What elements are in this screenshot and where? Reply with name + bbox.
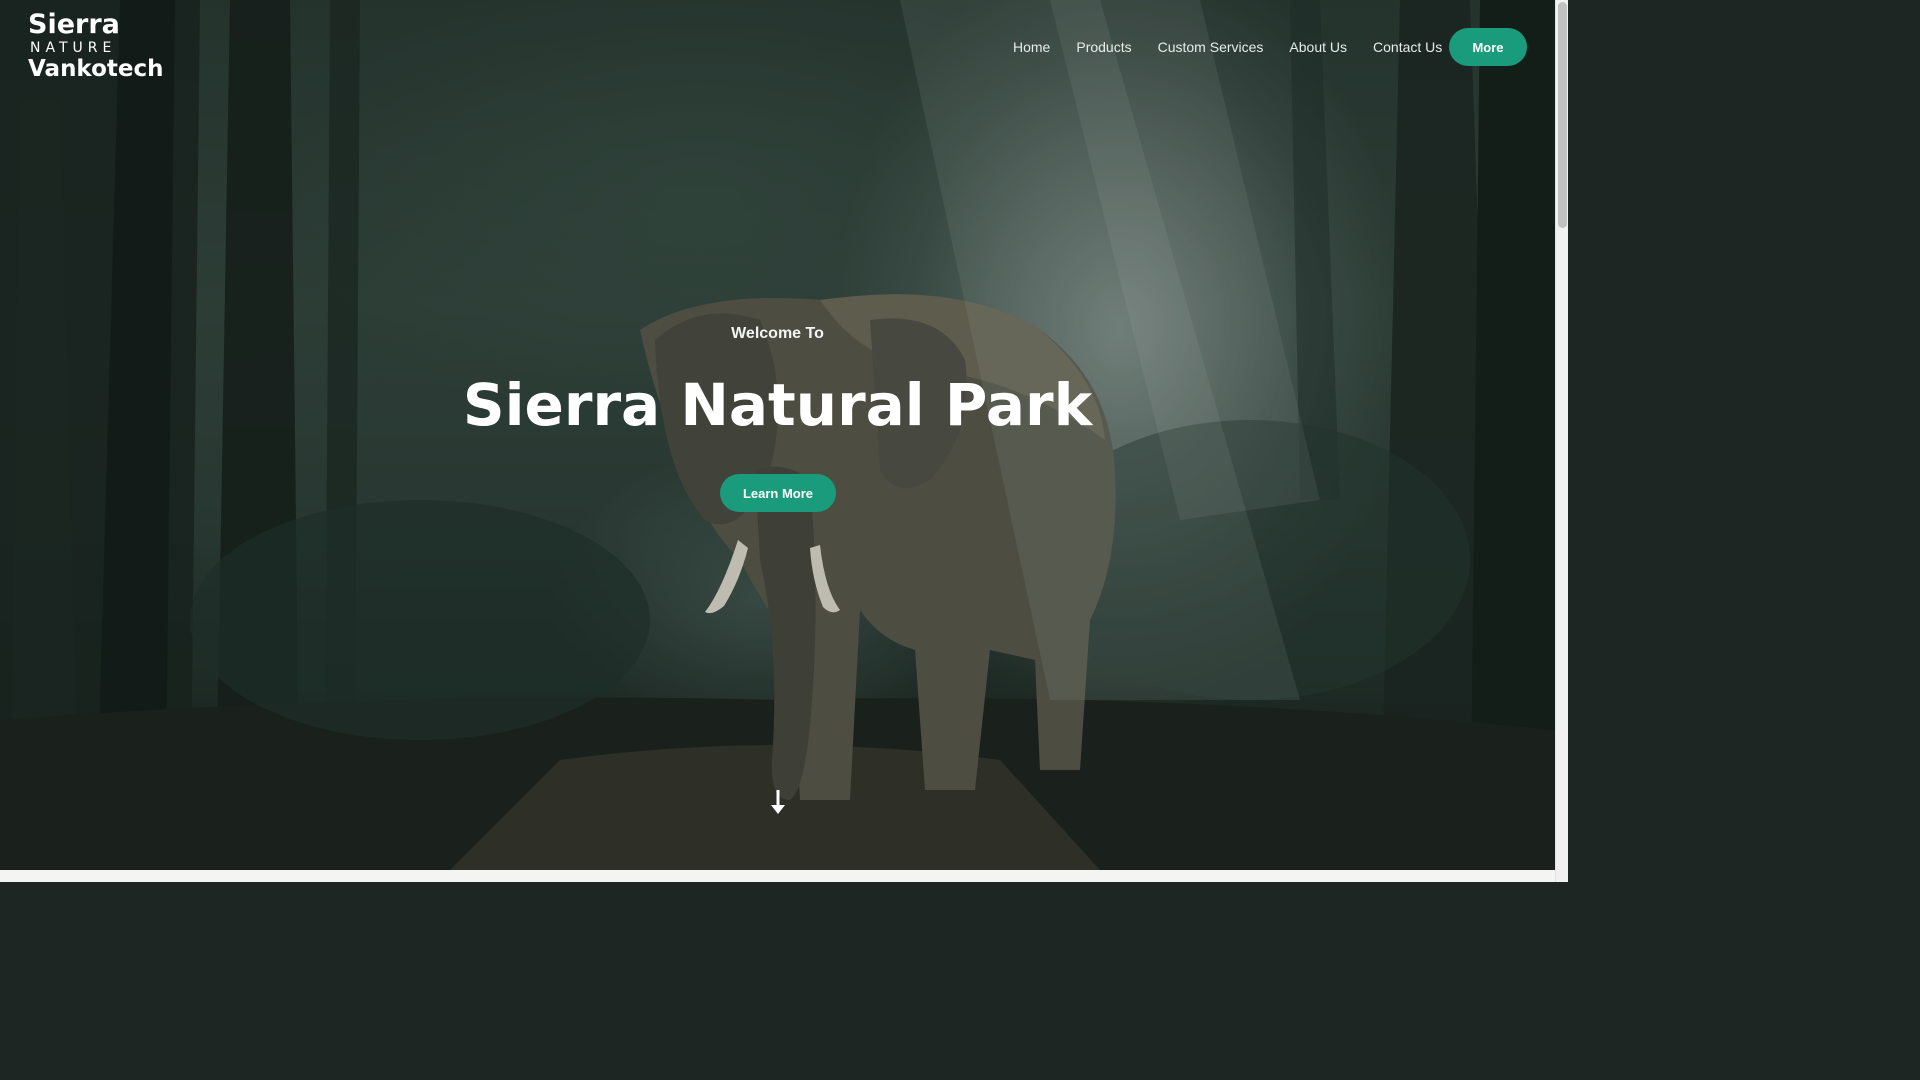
nav-item-products[interactable]: Products — [1076, 39, 1131, 55]
nav-item-contact-us[interactable]: Contact Us — [1373, 39, 1442, 55]
logo-line-sierra: Sierra — [28, 9, 120, 40]
page: Sierra NATURE Vankotech Home Products Cu… — [0, 0, 1568, 882]
scrollbar-thumb[interactable] — [1558, 2, 1567, 228]
nav-item-home[interactable]: Home — [1013, 39, 1050, 55]
nav-item-about-us[interactable]: About Us — [1289, 39, 1347, 55]
logo-line-vankotech: Vankotech — [28, 56, 164, 82]
logo-line-nature: NATURE — [30, 40, 117, 56]
nav-item-custom-services[interactable]: Custom Services — [1158, 39, 1264, 55]
page-scrollbar[interactable] — [1555, 0, 1568, 882]
site-logo[interactable]: Sierra NATURE Vankotech — [28, 9, 164, 83]
learn-more-button[interactable]: Learn More — [720, 474, 836, 512]
main-nav: Home Products Custom Services About Us C… — [1000, 37, 1455, 57]
next-section-edge — [0, 870, 1555, 882]
hero-kicker: Welcome To — [731, 325, 824, 342]
more-button[interactable]: More — [1449, 28, 1527, 66]
arrow-down-icon[interactable] — [768, 788, 788, 816]
hero-title: Sierra Natural Park — [462, 371, 1093, 439]
